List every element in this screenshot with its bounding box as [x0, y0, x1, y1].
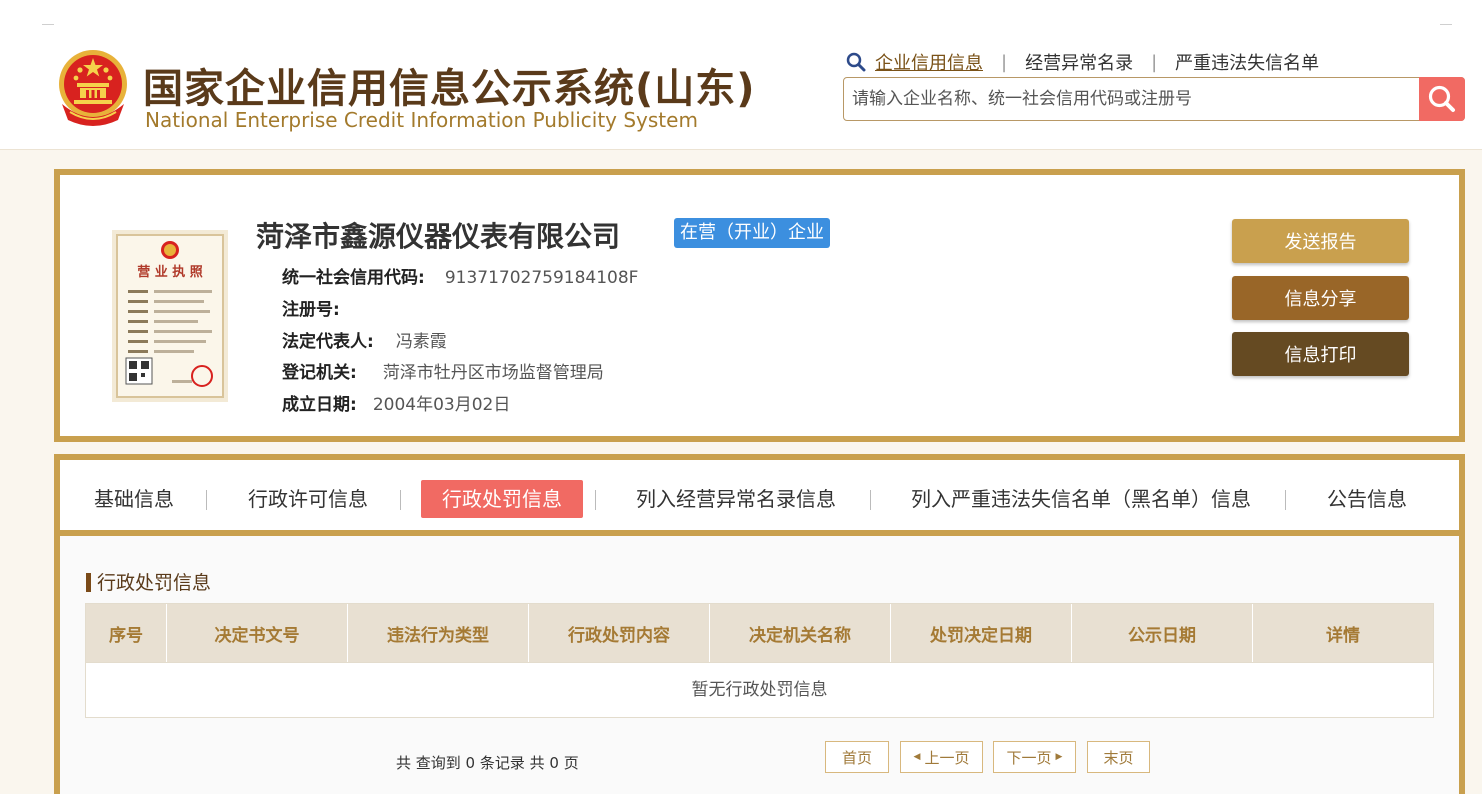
business-license-image[interactable]: 营 业 执 照: [112, 230, 228, 402]
empty-state-row: 暂无行政处罚信息: [86, 662, 1433, 717]
search-input[interactable]: [844, 78, 1416, 120]
first-page-button[interactable]: 首页: [825, 741, 889, 773]
info-credit-code: 统一社会信用代码: 91371702759184108F: [282, 263, 638, 288]
share-info-button[interactable]: 信息分享: [1232, 276, 1409, 320]
nav-separator: |: [1001, 51, 1008, 73]
site-subtitle: National Enterprise Credit Information P…: [145, 108, 698, 132]
license-title: 营 业 执 照: [137, 264, 203, 280]
info-label: 法定代表人:: [282, 332, 374, 352]
search-button[interactable]: [1419, 77, 1465, 121]
magnifier-icon: [1428, 85, 1455, 112]
nav-blacklist-link[interactable]: 严重违法失信名单: [1175, 49, 1319, 75]
site-header: 国家企业信用信息公示系统(山东) National Enterprise Cre…: [0, 0, 1482, 150]
national-emblem-icon: [59, 50, 127, 126]
tab-separator: [206, 490, 207, 510]
company-name: 菏泽市鑫源仪器仪表有限公司: [256, 220, 621, 253]
top-nav: 企业信用信息 | 经营异常名录 | 严重违法失信名单: [845, 50, 1319, 74]
top-divider: [42, 24, 54, 25]
info-registration-authority: 登记机关: 菏泽市牡丹区市场监督管理局: [282, 358, 604, 383]
tab-bar: 基础信息 行政许可信息 行政处罚信息 列入经营异常名录信息 列入严重违法失信名单…: [60, 460, 1459, 536]
col-header: 行政处罚内容: [529, 604, 710, 662]
caret-left-icon: ◀: [913, 752, 921, 762]
col-header: 决定书文号: [167, 604, 348, 662]
info-value: 2004年03月02日: [372, 395, 511, 415]
search-box: [843, 77, 1465, 121]
top-divider: [1440, 24, 1452, 25]
tab-separator: [870, 490, 871, 510]
site-title: 国家企业信用信息公示系统(山东): [143, 66, 756, 112]
info-label: 成立日期:: [282, 395, 357, 415]
col-header: 序号: [86, 604, 167, 662]
info-label: 登记机关:: [282, 363, 357, 383]
tab-separator: [595, 490, 596, 510]
info-value: 菏泽市牡丹区市场监督管理局: [382, 363, 604, 383]
tab-blacklist[interactable]: 列入严重违法失信名单（黑名单）信息: [911, 480, 1251, 518]
prev-page-button[interactable]: ◀ 上一页: [900, 741, 983, 773]
tab-abnormal-list[interactable]: 列入经营异常名录信息: [636, 480, 836, 518]
tab-admin-penalty[interactable]: 行政处罚信息: [421, 480, 583, 518]
tab-separator: [1285, 490, 1286, 510]
info-established-date: 成立日期: 2004年03月02日: [282, 390, 510, 415]
tab-separator: [400, 490, 401, 510]
section-title: 行政处罚信息: [86, 568, 211, 595]
next-page-button[interactable]: 下一页 ▶: [993, 741, 1076, 773]
caret-right-icon: ▶: [1055, 752, 1063, 762]
col-header: 公示日期: [1072, 604, 1253, 662]
section-marker: [86, 573, 91, 592]
section-title-text: 行政处罚信息: [97, 572, 212, 594]
nav-abnormal-list-link[interactable]: 经营异常名录: [1025, 49, 1133, 75]
pagination-summary: 共 查询到 0 条记录 共 0 页: [396, 754, 579, 772]
col-header: 处罚决定日期: [891, 604, 1072, 662]
tab-basic-info[interactable]: 基础信息: [94, 480, 174, 518]
tab-admin-license[interactable]: 行政许可信息: [248, 480, 368, 518]
print-info-button[interactable]: 信息打印: [1232, 332, 1409, 376]
info-value: 91371702759184108F: [444, 268, 639, 288]
company-card: 营 业 执 照 菏泽市鑫源仪器仪表有限公司 在营（开业）企业 统一社会信用代码:…: [54, 169, 1465, 442]
last-page-button[interactable]: 末页: [1087, 741, 1150, 773]
status-badge: 在营（开业）企业: [674, 218, 830, 248]
prev-page-label: 上一页: [924, 748, 970, 767]
info-registration-number: 注册号:: [282, 295, 354, 320]
search-icon: [846, 52, 866, 72]
send-report-button[interactable]: 发送报告: [1232, 219, 1409, 263]
tab-announcements[interactable]: 公告信息: [1327, 480, 1407, 518]
col-header: 违法行为类型: [348, 604, 529, 662]
info-panel: 基础信息 行政许可信息 行政处罚信息 列入经营异常名录信息 列入严重违法失信名单…: [54, 454, 1465, 794]
table-header: 序号 决定书文号 违法行为类型 行政处罚内容 决定机关名称 处罚决定日期 公示日…: [86, 604, 1433, 662]
col-header: 决定机关名称: [710, 604, 891, 662]
info-value: 冯素霞: [395, 332, 447, 352]
next-page-label: 下一页: [1006, 748, 1052, 767]
info-label: 注册号:: [282, 300, 340, 320]
penalty-table: 序号 决定书文号 违法行为类型 行政处罚内容 决定机关名称 处罚决定日期 公示日…: [85, 603, 1434, 718]
info-legal-representative: 法定代表人: 冯素霞: [282, 327, 447, 352]
nav-enterprise-credit-link[interactable]: 企业信用信息: [875, 49, 983, 75]
nav-separator: |: [1151, 51, 1158, 73]
info-label: 统一社会信用代码:: [282, 268, 425, 288]
col-header: 详情: [1326, 625, 1360, 646]
